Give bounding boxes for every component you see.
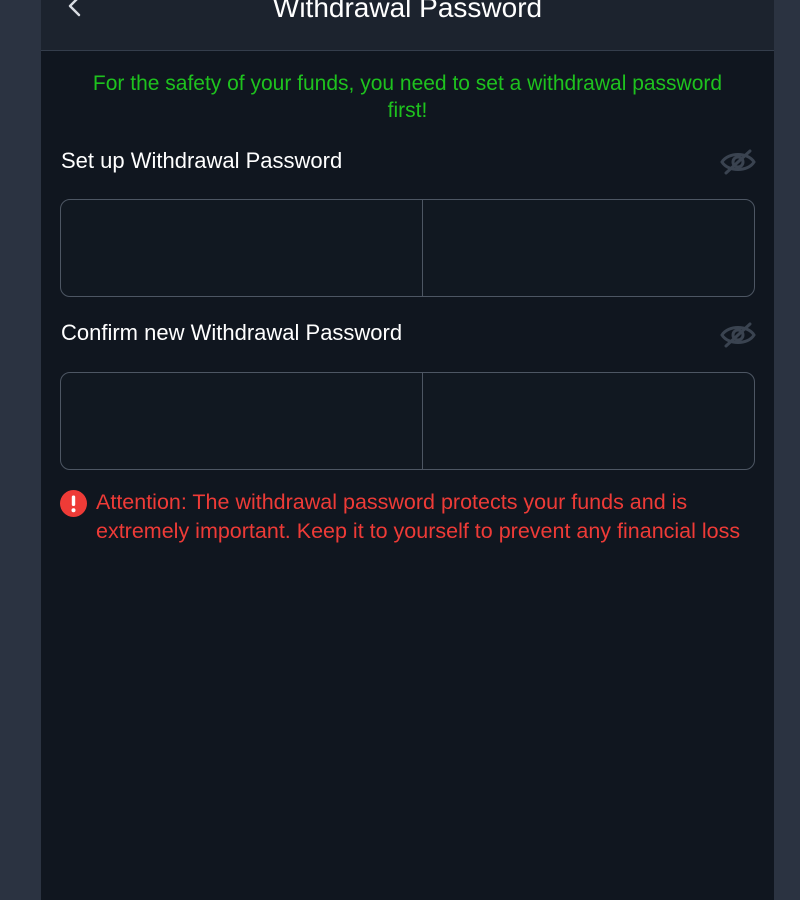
safety-notice: For the safety of your funds, you need t… xyxy=(92,72,723,122)
exclamation-circle-icon xyxy=(60,490,87,517)
withdrawal-password-screen: Withdrawal Password For the safety of yo… xyxy=(41,0,774,900)
confirm-password-input xyxy=(60,372,755,470)
eye-off-icon xyxy=(720,322,756,348)
attention-warning: Attention: The withdrawal password prote… xyxy=(60,488,760,546)
confirm-password-label: Confirm new Withdrawal Password xyxy=(61,320,403,345)
confirm-password-visibility-toggle[interactable] xyxy=(720,321,756,349)
setup-password-digit-1[interactable] xyxy=(61,200,423,296)
setup-password-visibility-toggle[interactable] xyxy=(720,148,756,176)
confirm-password-digit-1[interactable] xyxy=(61,373,423,469)
page-title: Withdrawal Password xyxy=(272,0,543,23)
setup-password-input xyxy=(60,199,755,297)
setup-password-label: Set up Withdrawal Password xyxy=(61,148,343,173)
attention-text: Attention: The withdrawal password prote… xyxy=(96,490,741,543)
top-bar: Withdrawal Password xyxy=(41,0,774,51)
confirm-password-digit-2[interactable] xyxy=(423,373,754,469)
setup-password-digit-2[interactable] xyxy=(423,200,754,296)
eye-off-icon xyxy=(720,149,756,175)
